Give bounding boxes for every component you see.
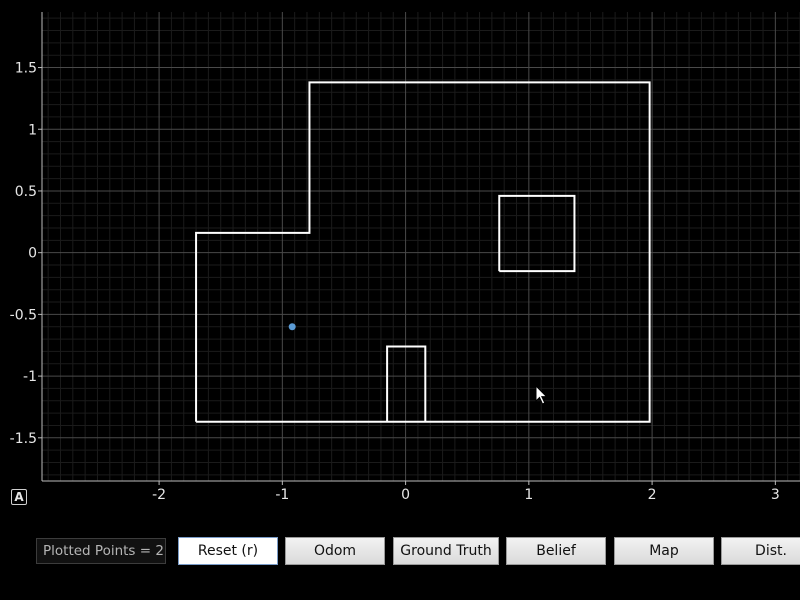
plot-area[interactable]: -2 -1 0 1 2 3 1.5 1 0.5 0 -0.5 -1 -1.5 (0, 0, 800, 530)
x-tick-label: -1 (275, 487, 289, 503)
plotted-points (288, 323, 296, 331)
odom-button[interactable]: Odom (285, 537, 385, 565)
ground-truth-button[interactable]: Ground Truth (393, 537, 499, 565)
auto-scale-button[interactable]: A (11, 489, 27, 505)
reset-button[interactable]: Reset (r) (178, 537, 278, 565)
x-tick-label: -2 (152, 487, 166, 503)
y-tick-label: 1 (28, 122, 37, 138)
dist-button[interactable]: Dist. (721, 537, 800, 565)
y-tick-label: 0.5 (15, 184, 37, 200)
y-tick-label: -0.5 (10, 307, 37, 323)
x-tick-label: 3 (771, 487, 780, 503)
x-tick-label: 2 (648, 487, 657, 503)
toolbar: Plotted Points = 2 Reset (r) Odom Ground… (0, 530, 800, 576)
mouse-cursor-icon (535, 385, 548, 405)
y-tick-label: 0 (28, 246, 37, 262)
plotted-points-status: Plotted Points = 2 (36, 538, 166, 564)
x-tick-label: 1 (524, 487, 533, 503)
plotted-point (288, 323, 296, 331)
y-tick-label: -1.5 (10, 431, 37, 447)
x-tick-label: 0 (401, 487, 410, 503)
map-button[interactable]: Map (614, 537, 714, 565)
y-tick-label: 1.5 (15, 61, 37, 77)
belief-button[interactable]: Belief (506, 537, 606, 565)
y-tick-label: -1 (23, 369, 37, 385)
